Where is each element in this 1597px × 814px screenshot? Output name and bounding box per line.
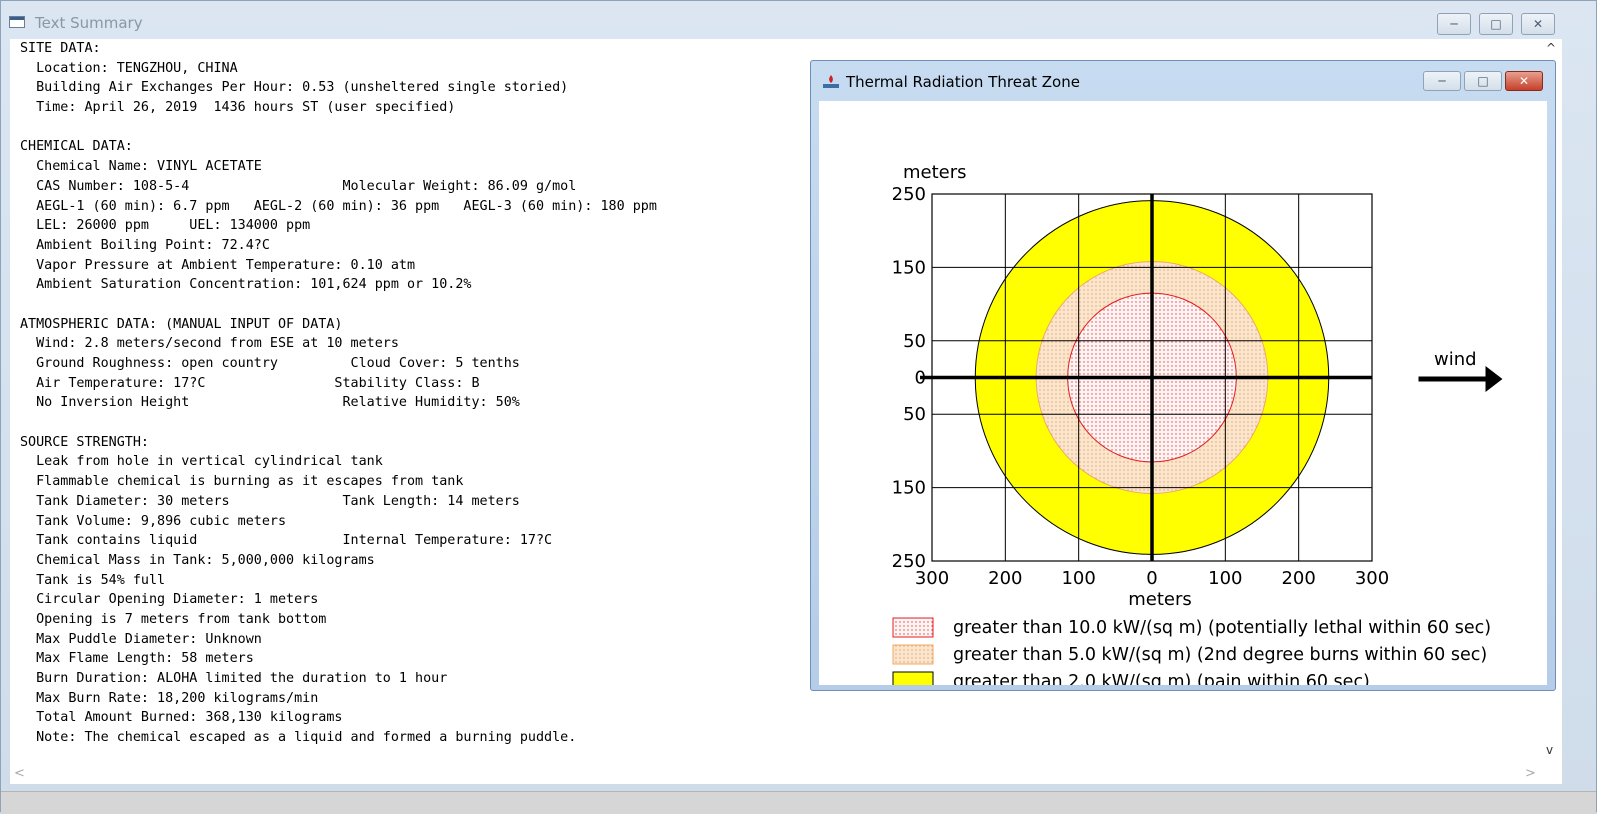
legend-swatch xyxy=(892,617,934,638)
y-axis-label: meters xyxy=(903,162,967,183)
summary-text: SITE DATA: Location: TENGZHOU, CHINA Bui… xyxy=(20,41,657,746)
x-tick-label: 300 xyxy=(1355,568,1389,589)
x-tick-label: 200 xyxy=(988,568,1022,589)
scroll-up-icon[interactable]: ^ xyxy=(1546,41,1556,55)
y-tick-label: 50 xyxy=(903,331,926,352)
close-icon: ✕ xyxy=(1532,17,1544,31)
minimize-icon: ─ xyxy=(1450,17,1458,31)
maximize-icon: □ xyxy=(1490,17,1502,31)
threat-zone-minimize-button[interactable]: ─ xyxy=(1423,71,1461,91)
threat-zone-title: Thermal Radiation Threat Zone xyxy=(846,73,1080,91)
x-tick-label: 200 xyxy=(1281,568,1315,589)
scroll-down-icon[interactable]: v xyxy=(1546,743,1553,757)
x-tick-label: 0 xyxy=(1146,568,1157,589)
scroll-left-icon[interactable]: < xyxy=(14,766,25,781)
threat-zone-chart: 300 200 100 0 100 200 30025015050050150250 met… xyxy=(892,162,1503,685)
minimize-icon: ─ xyxy=(1438,74,1446,88)
maximize-icon: □ xyxy=(1477,74,1489,88)
threat-zone-close-button[interactable]: ✕ xyxy=(1505,71,1543,91)
threat-zone-titlebar[interactable]: Thermal Radiation Threat Zone ─ □ ✕ xyxy=(811,61,1555,101)
threat-zone-plot-panel: 300 200 100 0 100 200 300 250 150 50 0 50 150 250 met… xyxy=(819,101,1547,685)
threat-zone-window: Thermal Radiation Threat Zone ─ □ ✕ 300 … xyxy=(810,60,1556,691)
y-tick-label: 250 xyxy=(892,184,926,205)
scroll-right-icon[interactable]: > xyxy=(1525,766,1536,781)
close-button[interactable]: ✕ xyxy=(1521,13,1555,35)
legend-label: greater than 2.0 kW/(sq m) (pain within … xyxy=(953,672,1370,685)
y-tick-label: 250 xyxy=(892,551,926,572)
close-icon: ✕ xyxy=(1518,74,1530,88)
window-title: Text Summary xyxy=(35,14,143,32)
legend-label: greater than 10.0 kW/(sq m) (potentially… xyxy=(953,618,1491,638)
threat-zone-app-icon xyxy=(823,75,839,88)
y-tick-label: 0 xyxy=(915,368,926,389)
window-app-icon xyxy=(9,16,25,28)
minimize-button[interactable]: ─ xyxy=(1437,13,1471,35)
wind-label: wind xyxy=(1434,349,1477,370)
y-tick-label: 150 xyxy=(892,257,926,278)
legend-swatch xyxy=(892,644,934,665)
x-tick-label: 100 xyxy=(1208,568,1242,589)
maximize-button[interactable]: □ xyxy=(1479,13,1513,35)
threat-zone-maximize-button[interactable]: □ xyxy=(1464,71,1502,91)
x-tick-label: 100 xyxy=(1061,568,1095,589)
x-axis-label: meters xyxy=(1128,589,1192,610)
y-tick-label: 50 xyxy=(903,404,926,425)
legend-swatch xyxy=(892,671,934,685)
status-bar xyxy=(1,791,1596,814)
wind-arrow-icon xyxy=(1418,365,1503,393)
horizontal-scrollbar[interactable]: < > xyxy=(10,764,1562,784)
y-tick-label: 150 xyxy=(892,478,926,499)
text-summary-titlebar[interactable]: Text Summary ─ □ ✕ xyxy=(1,1,1596,39)
legend-label: greater than 5.0 kW/(sq m) (2nd degree b… xyxy=(953,645,1487,665)
